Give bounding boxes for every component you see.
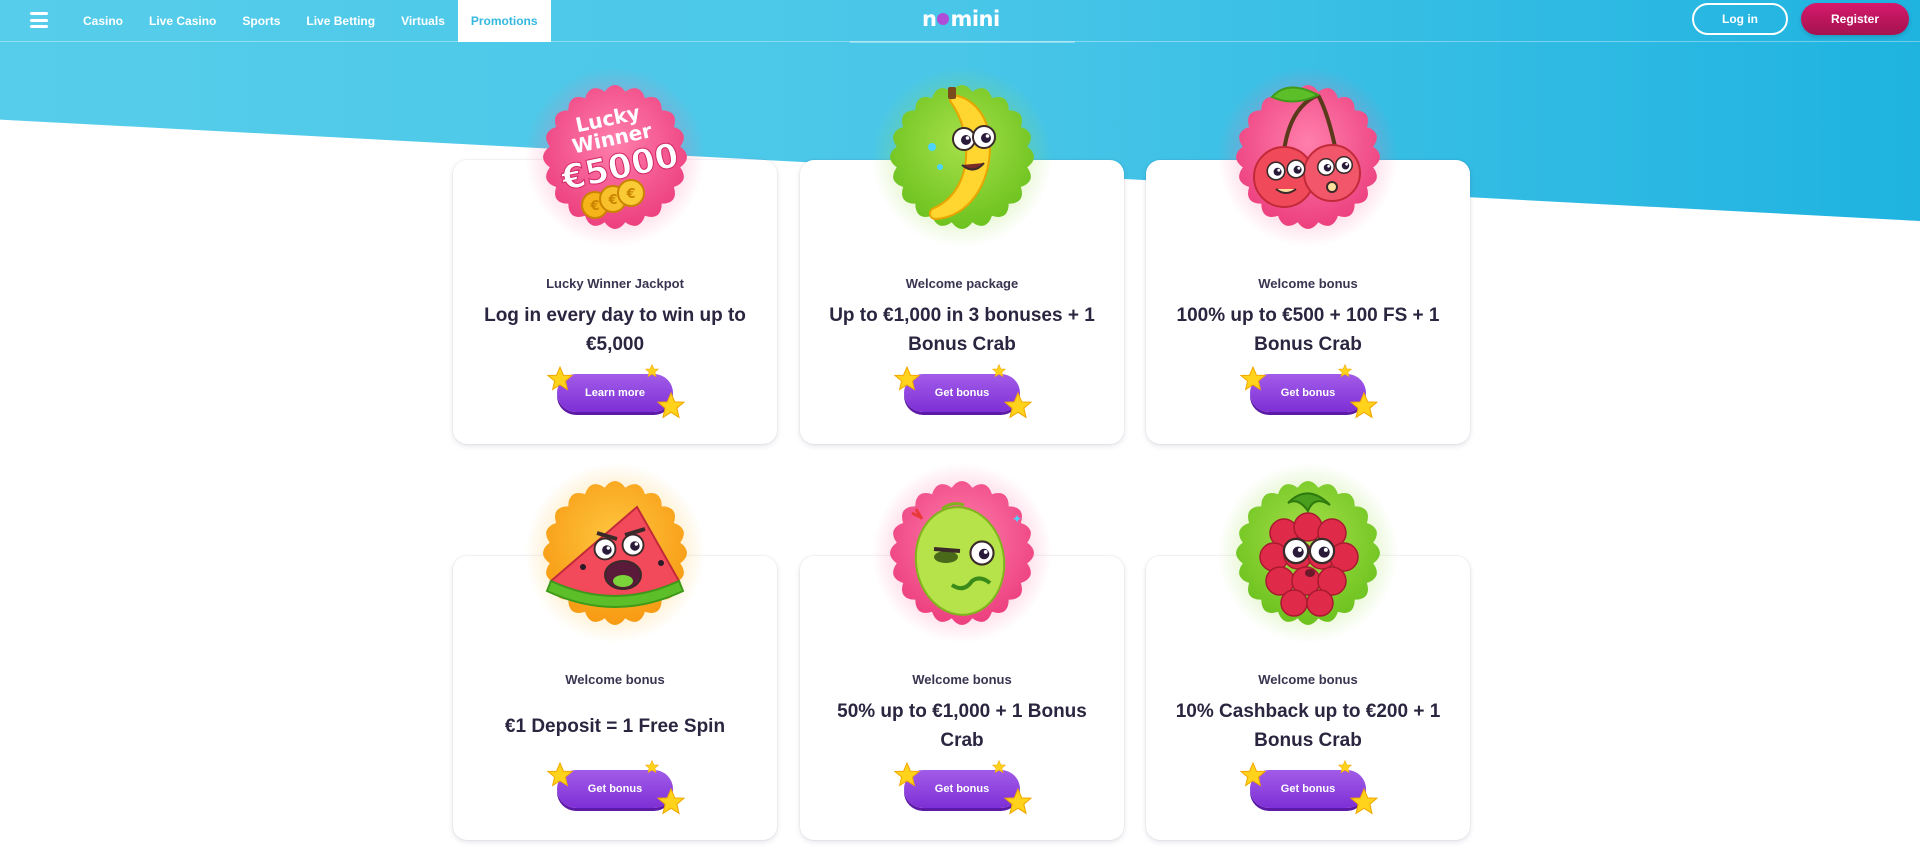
top-navigation-bar: Casino Live Casino Sports Live Betting V… [0,0,1920,43]
cta-label: Learn more [557,374,673,412]
promo-label: Welcome bonus [1258,672,1358,687]
promo-title: €1 Deposit = 1 Free Spin [504,715,726,737]
promo-title: Log in every day to win up to €5,000 [484,305,746,355]
get-bonus-button[interactable]: Get bonus [1240,760,1378,814]
get-bonus-button[interactable]: Get bonus [1240,364,1378,418]
star-icon [894,762,920,786]
cta-label: Get bonus [1250,374,1366,412]
cta-label: Get bonus [1250,770,1366,808]
svg-text:✦: ✦ [1012,512,1022,526]
lucky-winner-badge: Lucky Winner €5000 € € € [525,67,705,247]
star-icon [1004,392,1032,418]
star-icon [547,366,573,390]
lemon-icon: ✦ [872,463,1052,643]
star-icon [645,760,659,773]
register-button[interactable]: Register [1801,3,1909,35]
logo-text-left: n [922,7,937,31]
star-icon [547,762,573,786]
star-icon [1350,788,1378,814]
watermelon-icon [525,463,705,643]
logo-dot-icon [937,13,950,25]
main-nav: Casino Live Casino Sports Live Betting V… [70,0,551,42]
site-logo[interactable]: n mini [922,7,1000,31]
banana-icon [872,67,1052,247]
get-bonus-button[interactable]: Get bonus [894,760,1032,814]
nav-promotions[interactable]: Promotions [457,0,551,42]
promo-label: Welcome package [905,276,1019,291]
login-button[interactable]: Log in [1692,3,1788,35]
nav-live-casino[interactable]: Live Casino [136,0,229,42]
promo-title: 50% up to €1,000 + 1 Bonus Crab [837,701,1087,751]
cta-label: Get bonus [904,374,1020,412]
star-icon [1338,760,1352,773]
svg-text:€: € [625,187,635,202]
logo-text-right: mini [950,7,1000,31]
hamburger-icon[interactable] [30,12,48,28]
star-icon [645,364,659,377]
star-icon [657,788,685,814]
promo-label: Welcome bonus [912,672,1012,687]
get-bonus-button[interactable]: Get bonus [894,364,1032,418]
promo-title: 100% up to €500 + 100 FS + 1 Bonus Crab [1176,305,1440,355]
promo-label: Welcome bonus [565,672,665,687]
svg-text:€: € [607,193,617,208]
get-bonus-button[interactable]: Get bonus [547,760,685,814]
star-icon [894,366,920,390]
star-icon [1240,762,1266,786]
star-icon [1240,366,1266,390]
learn-more-button[interactable]: Learn more [547,364,685,418]
logo-underline [850,41,1075,43]
star-icon [992,760,1006,773]
svg-text:€: € [589,199,599,214]
cta-label: Get bonus [904,770,1020,808]
promo-label: Lucky Winner Jackpot [546,276,684,291]
nav-virtuals[interactable]: Virtuals [388,0,458,42]
cherry-icon [1218,67,1398,247]
promo-title: Up to €1,000 in 3 bonuses + 1 Bonus Crab [829,305,1095,355]
star-icon [1004,788,1032,814]
raspberry-icon [1218,463,1398,643]
nav-casino[interactable]: Casino [70,0,136,42]
star-icon [1350,392,1378,418]
cta-label: Get bonus [557,770,673,808]
star-icon [992,364,1006,377]
star-icon [657,392,685,418]
promo-title: 10% Cashback up to €200 + 1 Bonus Crab [1175,701,1441,751]
star-icon [1338,364,1352,377]
nav-live-betting[interactable]: Live Betting [293,0,388,42]
promo-label: Welcome bonus [1258,276,1358,291]
nav-sports[interactable]: Sports [229,0,293,42]
